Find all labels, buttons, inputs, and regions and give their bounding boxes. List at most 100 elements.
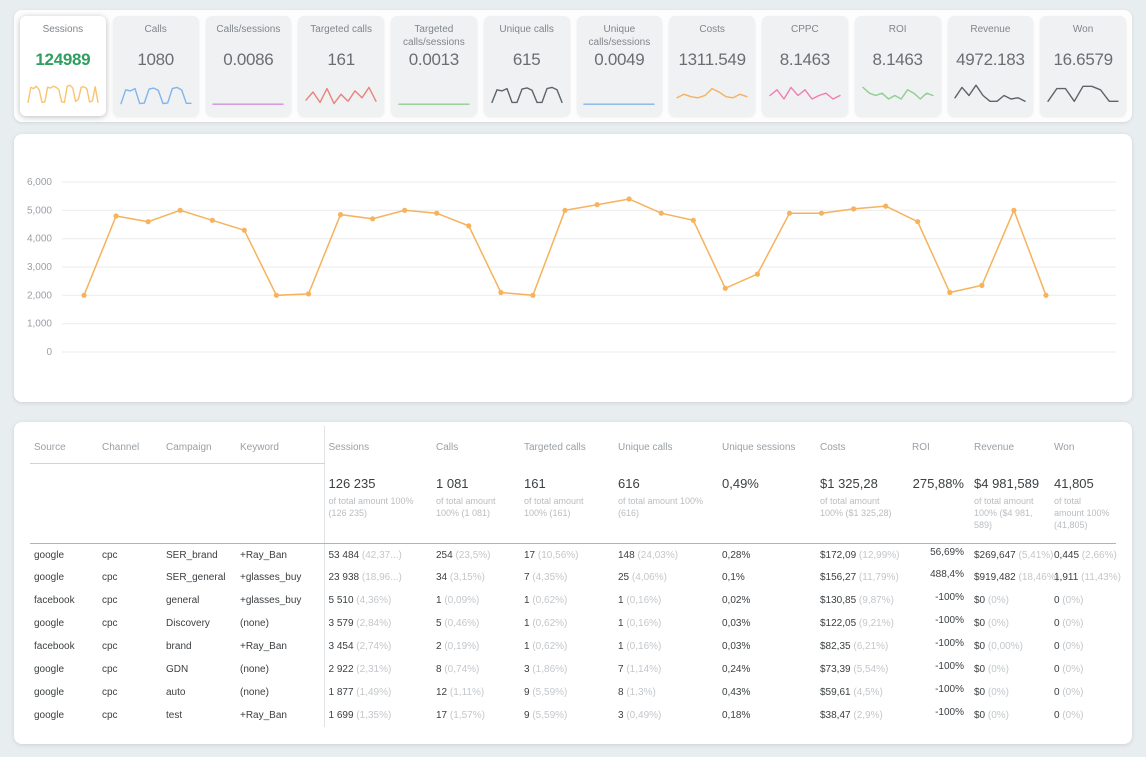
column-header-keyword[interactable]: Keyword	[236, 426, 324, 464]
cell-sessions: 23 938 (18,96...)	[323, 566, 432, 590]
cell-channel: cpc	[102, 595, 118, 607]
summary-cell-costs: $1 325,28 of total amount 100% ($1 325,28…	[816, 463, 908, 544]
cell-unique_sessions: 0,43%	[722, 687, 751, 699]
column-header-source[interactable]: Source	[30, 426, 98, 464]
cell-calls: 17 (1,57%)	[436, 710, 485, 722]
cell-targeted_calls: 9 (5,59%)	[524, 687, 568, 699]
cell-calls: 1 (0,09%)	[436, 595, 480, 607]
cell-roi: -100%	[935, 592, 964, 604]
table-row[interactable]: google cpc SER_general +glasses_buy 23 938 (…	[30, 566, 1121, 590]
sparkline-chart	[212, 103, 285, 105]
summary-subtext: of total amount 100% (161)	[524, 495, 584, 518]
cell-costs: $59,61 (4,5%)	[820, 687, 883, 699]
metric-value: 615	[512, 50, 541, 69]
metric-card-targeted-calls-sessions[interactable]: Targeted calls/sessions 0.0013	[391, 16, 477, 116]
cell-unique_calls: 1 (0,16%)	[618, 595, 662, 607]
cell-revenue: $0 (0%)	[974, 687, 1010, 699]
sparkline-chart	[1047, 85, 1119, 102]
column-header-calls[interactable]: Calls	[432, 426, 520, 464]
metric-label: Targeted calls/sessions	[403, 24, 465, 48]
metric-value: 124989	[35, 50, 91, 69]
column-header-roi[interactable]: ROI	[908, 426, 970, 464]
cell-campaign: general	[166, 595, 200, 607]
cell-channel: cpc	[102, 664, 118, 676]
sparkline-chart	[490, 86, 563, 104]
cell-revenue: $0 (0%)	[974, 595, 1010, 607]
summary-cell-roi: 275,88%	[908, 463, 970, 544]
table-row[interactable]: facebook cpc brand +Ray_Ban 3 454 (2,74%) 2 (…	[30, 635, 1116, 659]
cell-targeted_calls: 1 (0,62%)	[524, 618, 568, 630]
summary-subtext: of total amount 100% ($4 981, 589)	[974, 495, 1034, 530]
metric-card-costs[interactable]: Costs 1311.549	[669, 16, 755, 116]
column-header-targeted_calls[interactable]: Targeted calls	[520, 426, 614, 464]
cell-keyword: (none)	[240, 618, 269, 630]
svg-text:3,000: 3,000	[27, 262, 52, 273]
cell-sessions: 53 484 (42,37...)	[323, 543, 432, 567]
summary-cell-targeted_calls: 161 of total amount 100% (161)	[520, 463, 614, 544]
sparkline-chart	[583, 103, 656, 105]
cell-costs: $172,09 (12,99%)	[820, 549, 900, 561]
metric-value: 0.0086	[223, 50, 274, 69]
cell-channel: cpc	[102, 549, 118, 561]
cell-targeted_calls: 3 (1,86%)	[524, 664, 568, 676]
column-header-campaign[interactable]: Campaign	[162, 426, 236, 464]
cell-costs: $73,39 (5,54%)	[820, 664, 889, 676]
column-header-channel[interactable]: Channel	[98, 426, 162, 464]
column-header-sessions[interactable]: Sessions	[323, 426, 432, 464]
metric-card-calls[interactable]: Calls 1080	[112, 16, 199, 116]
cell-channel: cpc	[102, 687, 118, 699]
cell-keyword: +Ray_Ban	[240, 549, 287, 561]
table-row[interactable]: google cpc GDN (none) 2 922 (2,31%) 8 (0,74%)…	[30, 658, 1116, 682]
cell-unique_calls: 1 (0,16%)	[618, 641, 662, 653]
cell-roi: -100%	[935, 684, 964, 696]
svg-text:6,000: 6,000	[27, 177, 52, 188]
cell-revenue: $0 (0%)	[974, 618, 1010, 630]
cell-unique_calls: 148 (24,03%)	[618, 549, 679, 561]
cell-roi: -100%	[935, 661, 964, 673]
table-row[interactable]: google cpc Discovery (none) 3 579 (2,84%) 5 (…	[30, 612, 1116, 636]
summary-cell-keyword	[236, 463, 324, 544]
table-row[interactable]: google cpc test +Ray_Ban 1 699 (1,35%) 17 (1,…	[30, 704, 1116, 728]
sparkline-chart	[398, 103, 470, 105]
cell-sessions: 2 922 (2,31%)	[323, 658, 432, 682]
cell-calls: 12 (1,11%)	[436, 687, 485, 699]
cell-roi: -100%	[935, 615, 964, 627]
cell-source: google	[34, 572, 65, 584]
cell-campaign: Discovery	[166, 618, 210, 630]
sparkline-chart	[27, 84, 99, 104]
table-row[interactable]: facebook cpc general +glasses_buy 5 510 (4,3…	[30, 589, 1116, 613]
cell-campaign: auto	[166, 687, 186, 699]
sparkline-chart	[769, 86, 841, 100]
cell-unique_calls: 7 (1,14%)	[618, 664, 662, 676]
column-header-won[interactable]: Won	[1050, 426, 1116, 464]
metric-card-roi[interactable]: ROI 8.1463	[854, 16, 941, 116]
metric-value: 8.1463	[872, 50, 924, 69]
cell-revenue: $269,647 (5,41%)	[974, 549, 1054, 561]
metrics-row: Sessions 124989 Calls 1080 Calls/sessions 0.0…	[14, 10, 1132, 122]
metric-card-cppc[interactable]: CPPC 8.1463	[762, 16, 848, 116]
svg-text:2,000: 2,000	[27, 290, 52, 301]
metric-card-unique-calls-sessions[interactable]: Unique calls/sessions 0.0049	[576, 16, 663, 116]
cell-targeted_calls: 17 (10,56%)	[524, 549, 579, 561]
metric-card-targeted-calls[interactable]: Targeted calls 161	[298, 16, 384, 116]
cell-campaign: SER_general	[166, 572, 226, 584]
metric-label: Sessions	[42, 24, 84, 35]
column-header-revenue[interactable]: Revenue	[970, 426, 1050, 464]
column-header-unique_calls[interactable]: Unique calls	[614, 426, 718, 464]
cell-unique_sessions: 0,1%	[722, 572, 745, 584]
cell-keyword: +glasses_buy	[240, 595, 302, 607]
table-row[interactable]: google cpc SER_brand +Ray_Ban 53 484 (42,37.…	[30, 543, 1117, 567]
table-row[interactable]: google cpc auto (none) 1 877 (1,49%) 12 (1,11…	[30, 681, 1116, 705]
metric-card-sessions[interactable]: Sessions 124989	[20, 16, 106, 116]
column-header-unique_sessions[interactable]: Unique sessions	[718, 426, 816, 464]
metric-card-won[interactable]: Won 16.6579	[1040, 16, 1126, 116]
cell-calls: 34 (3,15%)	[436, 572, 485, 584]
cell-source: google	[34, 549, 65, 561]
column-header-costs[interactable]: Costs	[816, 426, 908, 464]
cell-unique_calls: 8 (1,3%)	[618, 687, 656, 699]
cell-won: 0 (0%)	[1054, 710, 1084, 722]
metric-card-unique-calls[interactable]: Unique calls 615	[483, 16, 570, 116]
metric-card-calls-sessions[interactable]: Calls/sessions 0.0086	[205, 16, 292, 116]
cell-costs: $82,35 (6,21%)	[820, 641, 889, 653]
metric-card-revenue[interactable]: Revenue 4972.183	[947, 16, 1034, 116]
